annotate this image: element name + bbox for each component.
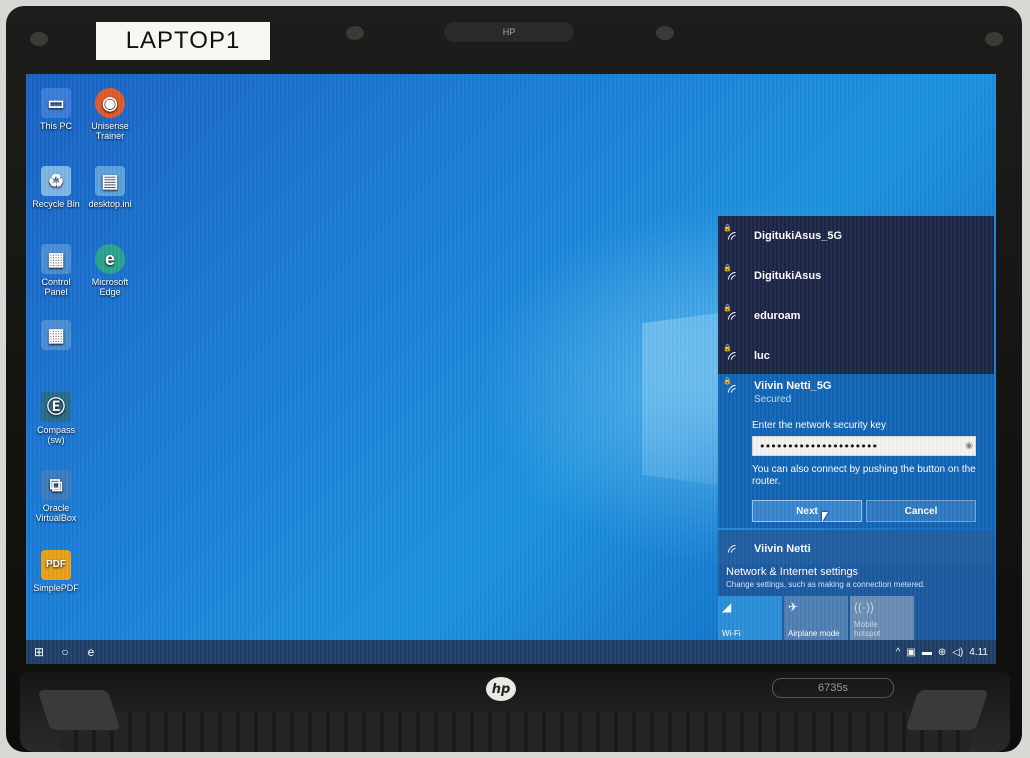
virtualbox-icon: ⧉ (41, 470, 71, 500)
file-icon: ▤ (95, 166, 125, 196)
desktop-icon-recycle-bin[interactable]: ♻ Recycle Bin (30, 166, 82, 209)
desktop-icon-control-panel[interactable]: ▦ Control Panel (30, 244, 82, 297)
network-item[interactable]: 🔒 luc (718, 336, 994, 376)
wifi-secured-icon: 🔒 (723, 265, 747, 291)
laptop-label-sticker: LAPTOP1 (96, 22, 270, 60)
battery-icon[interactable]: ▬ (922, 647, 932, 658)
recycle-bin-icon: ♻ (41, 166, 71, 196)
system-tray: ^ ▣ ▬ ⊕ ◁) 4.11 (896, 640, 988, 664)
cancel-button[interactable]: Cancel (866, 500, 976, 522)
screw-icon (346, 26, 364, 40)
network-icon[interactable]: ▣ (906, 647, 915, 658)
airplane-icon: ✈ (788, 600, 799, 614)
wifi-secured-icon: 🔒 (723, 305, 747, 331)
network-settings-link[interactable]: Network & Internet settings Change setti… (718, 564, 994, 596)
taskbar: ⊞ ○ e ^ ▣ ▬ ⊕ ◁) 4.11 (26, 640, 996, 664)
webcam-strip: HP (444, 22, 574, 42)
desktop-icon-desktop-ini[interactable]: ▤ desktop.ini (84, 166, 136, 209)
chevron-up-icon[interactable]: ^ (896, 647, 901, 658)
quick-actions: ◢ Wi-Fi ✈ Airplane mode ((·)) Mobile hot… (718, 596, 994, 644)
keyboard-edge (60, 712, 970, 752)
airplane-mode-toggle[interactable]: ✈ Airplane mode (784, 596, 848, 642)
edge-icon: e (95, 244, 125, 274)
network-item[interactable]: 🔒 eduroam (718, 296, 994, 336)
wifi-secured-icon: 🔒 (723, 378, 747, 404)
desktop-icon-edge[interactable]: e Microsoft Edge (84, 244, 136, 297)
computer-icon: ▭ (41, 88, 71, 118)
security-key-input[interactable] (752, 436, 976, 456)
control-panel-icon: ▦ (41, 244, 71, 274)
unisense-icon: ◉ (95, 88, 125, 118)
network-item[interactable]: 🔒 DigitukiAsus_5G (718, 216, 994, 256)
desktop-icon-virtualbox[interactable]: ⧉ Oracle VirtualBox (30, 470, 82, 523)
pdf-icon: PDF (41, 550, 71, 580)
volume-icon[interactable]: ◁) (952, 647, 963, 658)
screw-icon (656, 26, 674, 40)
windows-start-icon[interactable]: ⊞ (26, 640, 52, 664)
wifi-flyout: 🔒 DigitukiAsus_5G 🔒 DigitukiAsus 🔒 eduro… (718, 216, 994, 644)
desktop-icon-unisense[interactable]: ◉ Unisense Trainer (84, 88, 136, 141)
mouse-cursor-icon (822, 512, 828, 522)
desktop-screen: ▭ This PC ◉ Unisense Trainer ♻ Recycle B… (26, 74, 996, 664)
search-icon[interactable]: ○ (52, 640, 78, 664)
globe-icon[interactable]: ⊕ (938, 647, 946, 658)
network-item[interactable]: 🔒 DigitukiAsus (718, 256, 994, 296)
reveal-password-icon[interactable]: ◉ (964, 440, 974, 450)
hp-logo: hp (486, 677, 516, 701)
security-key-prompt: Enter the network security key (752, 420, 886, 431)
edge-icon[interactable]: e (78, 640, 104, 664)
wifi-icon (724, 540, 747, 564)
hotspot-icon: ((·)) (854, 600, 874, 614)
network-status: Secured (754, 394, 792, 405)
network-name: Viivin Netti_5G (754, 380, 832, 392)
wps-hint: You can also connect by pushing the butt… (752, 464, 976, 487)
screw-icon (30, 32, 48, 46)
left-hinge (37, 690, 121, 730)
right-hinge (905, 690, 989, 730)
network-item[interactable]: Viivin Netti (718, 530, 994, 568)
mobile-hotspot-toggle[interactable]: ((·)) Mobile hotspot (850, 596, 914, 642)
desktop-icon-pdf[interactable]: PDF SimplePDF (30, 550, 82, 593)
wifi-secured-icon: 🔒 (723, 345, 747, 371)
desktop-icon-control-panel-2[interactable]: ▦ (30, 320, 82, 353)
desktop-icon-this-pc[interactable]: ▭ This PC (30, 88, 82, 131)
next-button[interactable]: Next (752, 500, 862, 522)
wifi-secured-icon: 🔒 (723, 225, 747, 251)
compass-icon: Ⓔ (41, 392, 71, 422)
desktop-icon-compass[interactable]: Ⓔ Compass (sw) (30, 392, 82, 445)
selected-network: 🔒 Viivin Netti_5G Secured Enter the netw… (718, 374, 994, 528)
clock[interactable]: 4.11 (969, 647, 988, 658)
model-badge: 6735s (772, 678, 894, 698)
screw-icon (985, 32, 1003, 46)
wifi-toggle[interactable]: ◢ Wi-Fi (718, 596, 782, 642)
wifi-icon: ◢ (722, 600, 732, 614)
control-panel-icon: ▦ (41, 320, 71, 350)
